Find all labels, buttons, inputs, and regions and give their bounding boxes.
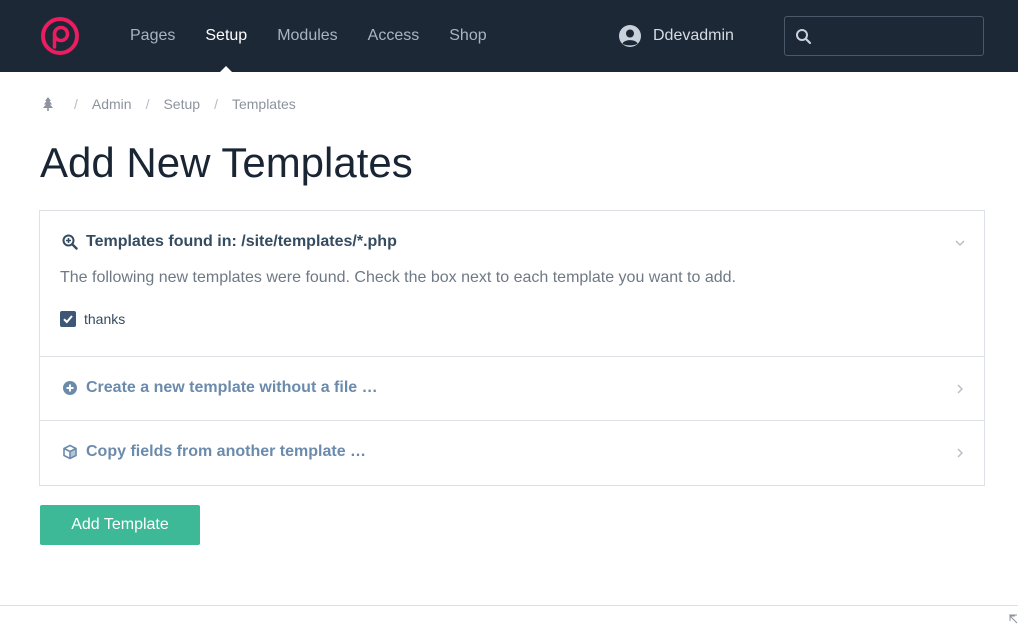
search-plus-icon: [62, 234, 78, 250]
section-found-title: Templates found in: /site/templates/*.ph…: [86, 233, 397, 250]
section-new-header[interactable]: Create a new template without a file …: [62, 379, 378, 397]
search-icon: [796, 29, 812, 45]
add-template-button[interactable]: Add Template: [40, 505, 200, 545]
breadcrumb: / Admin / Setup / Templates: [40, 95, 296, 113]
plus-circle-icon: [63, 381, 77, 395]
breadcrumb-separator: /: [74, 96, 78, 112]
user-menu[interactable]: Ddevadmin: [618, 24, 734, 48]
section-found-templates: Templates found in: /site/templates/*.ph…: [40, 211, 984, 357]
nav-shop-label: Shop: [449, 27, 487, 44]
section-copy-header[interactable]: Copy fields from another template …: [62, 443, 366, 461]
main-nav: Pages Setup Modules Access Shop: [130, 0, 517, 72]
breadcrumb-separator: /: [214, 96, 218, 112]
templates-panel: Templates found in: /site/templates/*.ph…: [39, 210, 985, 486]
search-box[interactable]: [784, 16, 984, 56]
section-found-description: The following new templates were found. …: [60, 269, 736, 286]
template-checkbox-row[interactable]: thanks: [60, 311, 125, 327]
section-found-header[interactable]: Templates found in: /site/templates/*.ph…: [62, 233, 397, 251]
collapse-icon[interactable]: [1008, 614, 1018, 624]
section-new-title: Create a new template without a file …: [86, 379, 378, 396]
user-circle-icon: [619, 25, 641, 47]
chevron-down-icon[interactable]: [954, 237, 966, 249]
nav-setup-label: Setup: [205, 27, 248, 44]
footer-divider: [0, 605, 1018, 606]
user-name: Ddevadmin: [653, 27, 734, 44]
page-title: Add New Templates: [40, 139, 413, 186]
active-caret: [220, 66, 233, 72]
section-copy-fields[interactable]: Copy fields from another template …: [40, 421, 984, 485]
nav-pages-label: Pages: [130, 27, 176, 44]
template-checkbox-label: thanks: [84, 311, 126, 327]
section-new-template[interactable]: Create a new template without a file …: [40, 357, 984, 421]
template-checkbox[interactable]: [60, 311, 76, 327]
breadcrumb-admin[interactable]: Admin: [92, 96, 132, 112]
breadcrumb-separator: /: [145, 96, 150, 112]
check-icon: [63, 315, 73, 324]
breadcrumb-templates[interactable]: Templates: [232, 96, 296, 112]
nav-modules[interactable]: Modules: [277, 0, 337, 72]
nav-modules-label: Modules: [277, 27, 338, 44]
tree-icon[interactable]: [40, 96, 56, 112]
nav-pages[interactable]: Pages: [130, 0, 175, 72]
processwire-logo[interactable]: [40, 16, 80, 56]
nav-shop[interactable]: Shop: [449, 0, 486, 72]
section-copy-title: Copy fields from another template …: [86, 443, 367, 460]
chevron-right-icon[interactable]: [954, 383, 966, 395]
chevron-right-icon[interactable]: [954, 447, 966, 459]
nav-access-label: Access: [367, 27, 420, 44]
cube-icon: [63, 444, 77, 460]
search-input[interactable]: [817, 17, 977, 55]
breadcrumb-setup[interactable]: Setup: [163, 96, 200, 112]
top-navbar: Pages Setup Modules Access Shop Ddevadmi…: [0, 0, 1018, 72]
nav-setup[interactable]: Setup: [205, 0, 247, 72]
nav-access[interactable]: Access: [368, 0, 420, 72]
